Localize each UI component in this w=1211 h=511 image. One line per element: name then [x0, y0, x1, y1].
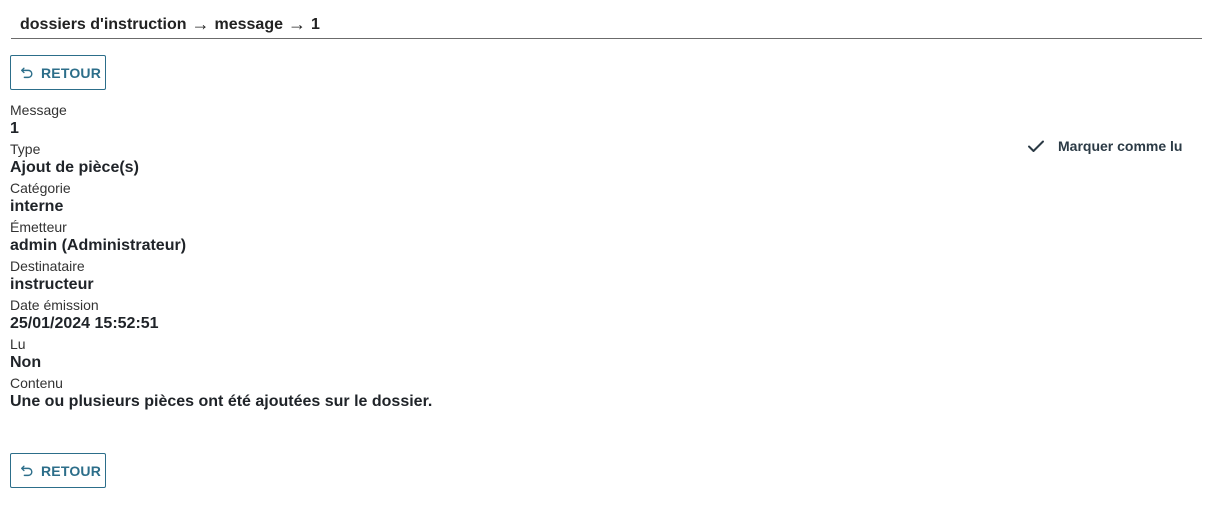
back-button-top[interactable]: RETOUR — [10, 55, 106, 90]
field-emetteur: Émetteur admin (Administrateur) — [10, 218, 910, 257]
undo-arrow-icon — [21, 464, 33, 476]
field-message: Message 1 — [10, 101, 910, 140]
field-categorie: Catégorie interne — [10, 179, 910, 218]
field-label: Destinataire — [10, 258, 85, 274]
breadcrumb-item-dossiers[interactable]: dossiers d'instruction — [20, 16, 187, 34]
message-detail-page: dossiers d'instruction → message → 1 RET… — [0, 0, 1211, 511]
arrow-right-icon: → — [191, 14, 210, 34]
field-value: Ajout de pièce(s) — [10, 159, 139, 176]
field-label: Message — [10, 102, 67, 118]
field-label: Catégorie — [10, 180, 71, 196]
field-lu: Lu Non — [10, 335, 910, 374]
field-value: interne — [10, 198, 64, 215]
mark-as-read-label: Marquer comme lu — [1058, 138, 1183, 154]
field-value: Une ou plusieurs pièces ont été ajoutées… — [10, 393, 433, 410]
mark-as-read-action[interactable]: Marquer comme lu — [1027, 136, 1182, 156]
field-value: admin (Administrateur) — [10, 237, 187, 254]
field-label: Lu — [10, 336, 26, 352]
field-value: 25/01/2024 15:52:51 — [10, 315, 159, 332]
arrow-right-icon: → — [288, 14, 306, 34]
field-type: Type Ajout de pièce(s) — [10, 140, 910, 179]
back-button-label: RETOUR — [41, 64, 102, 81]
field-value: 1 — [10, 120, 19, 137]
back-button-bottom[interactable]: RETOUR — [10, 453, 106, 488]
field-destinataire: Destinataire instructeur — [10, 257, 910, 296]
field-date-emission: Date émission 25/01/2024 15:52:51 — [10, 296, 910, 335]
breadcrumb: dossiers d'instruction → message → 1 — [11, 12, 1202, 39]
field-value: Non — [10, 354, 42, 371]
breadcrumb-item-message[interactable]: message — [215, 16, 284, 34]
back-button-label: RETOUR — [41, 462, 102, 479]
breadcrumb-item-current: 1 — [311, 16, 320, 33]
message-fields: Message 1 Type Ajout de pièce(s) Catégor… — [10, 101, 910, 413]
field-value: instructeur — [10, 276, 94, 293]
field-contenu: Contenu Une ou plusieurs pièces ont été … — [10, 374, 910, 413]
check-icon — [1028, 140, 1044, 152]
field-label: Date émission — [10, 297, 99, 313]
field-label: Contenu — [10, 375, 63, 391]
field-label: Type — [10, 141, 41, 157]
field-label: Émetteur — [10, 219, 67, 235]
undo-arrow-icon — [21, 66, 33, 78]
